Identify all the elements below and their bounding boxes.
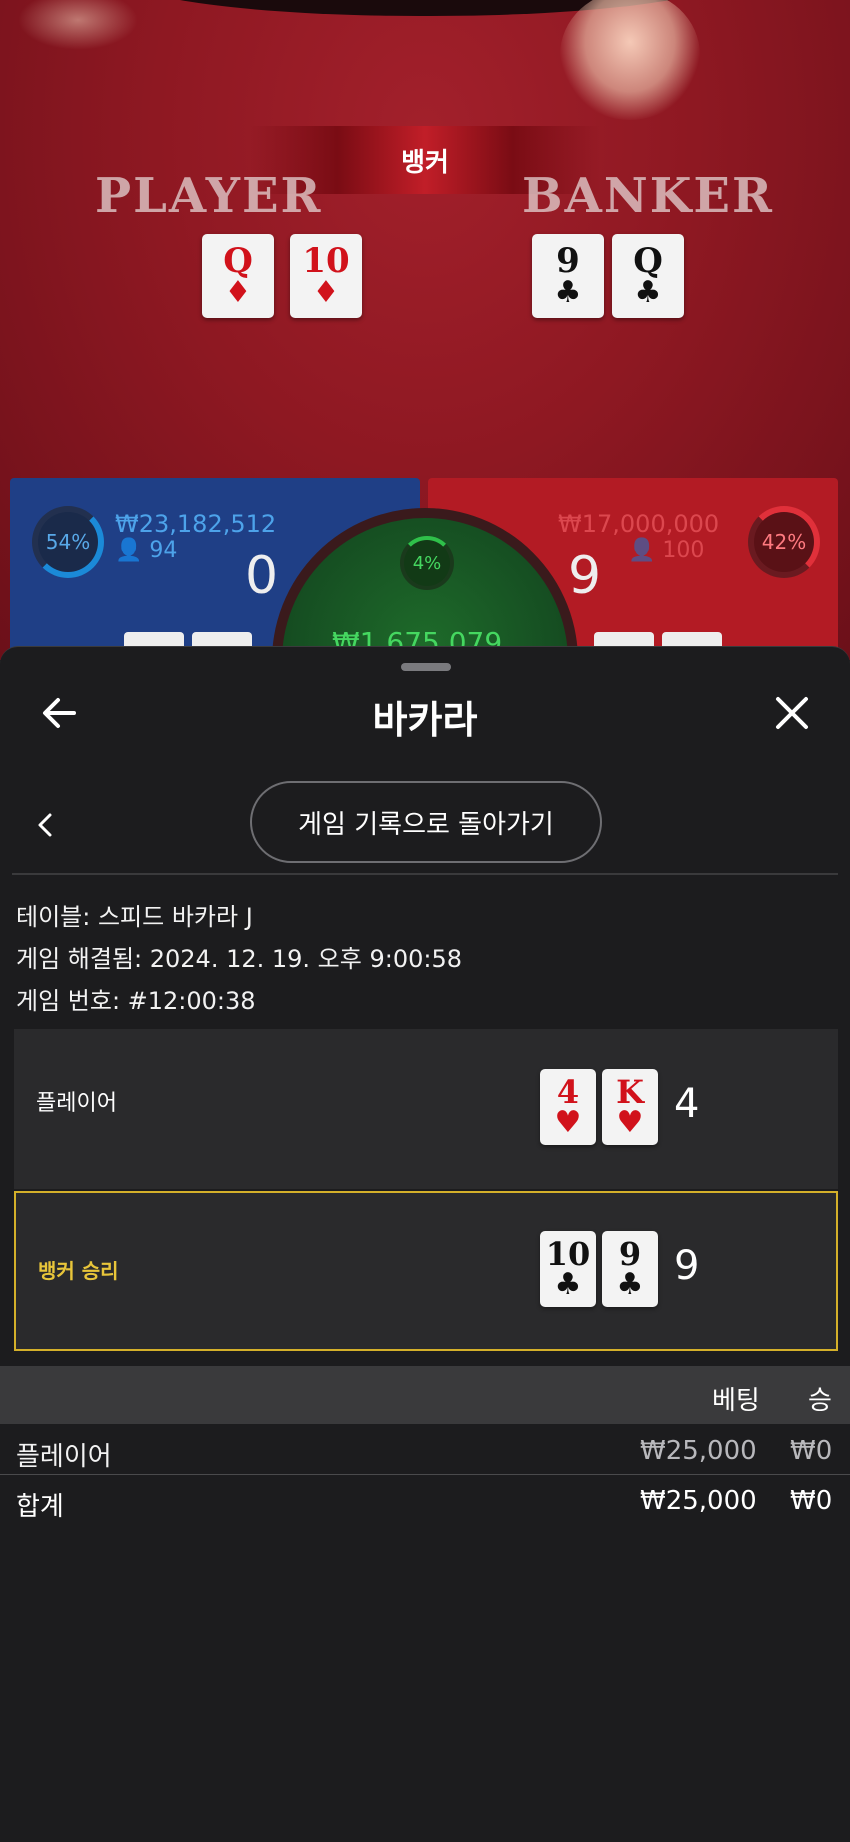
row-label: 플레이어 — [16, 1442, 112, 1472]
card-rank: Q — [633, 241, 663, 281]
table-banker-label: BANKER — [522, 168, 774, 224]
game-number: 게임 번호: #12:00:38 — [16, 987, 256, 1015]
player-hand-label: 플레이어 — [36, 1091, 117, 1116]
banker-win-label: 뱅커 승리 — [38, 1259, 119, 1283]
divider — [0, 1474, 850, 1475]
club-suit-icon: ♣ — [554, 1267, 582, 1302]
player-percent: 54% — [45, 530, 91, 554]
user-icon: 👤 — [628, 538, 656, 563]
table-player-card-1: Q ♦ — [202, 234, 274, 318]
table-row: 합계 ₩25,000 ₩0 — [0, 1478, 850, 1528]
card-rank: 9 — [618, 1235, 642, 1273]
table-name: 테이블: 스피드 바카라 J — [16, 903, 253, 931]
close-icon[interactable] — [770, 691, 814, 735]
diamond-suit-icon: ♦ — [312, 275, 340, 310]
row-bet: ₩25,000 — [640, 1436, 757, 1466]
banker-total-bet: ₩17,000,000 — [558, 510, 720, 538]
banker-hand-card-2: 9 ♣ — [602, 1231, 658, 1307]
tie-percent-ring: 4% — [400, 536, 454, 590]
club-suit-icon: ♣ — [554, 275, 582, 310]
heart-suit-icon: ♥ — [616, 1105, 644, 1140]
player-total-bet: ₩23,182,512 — [115, 510, 277, 538]
card-rank: 10 — [302, 241, 350, 281]
card-rank: Q — [223, 241, 253, 281]
user-icon: 👤 — [115, 538, 143, 563]
table-player-label: PLAYER — [95, 168, 323, 224]
player-percent-ring: 54% — [32, 506, 104, 578]
table-banker-card-1: 9 ♣ — [532, 234, 604, 318]
sheet-title: 바카라 — [372, 698, 478, 742]
divider — [12, 873, 838, 875]
banker-hand-card-1: 10 ♣ — [540, 1231, 596, 1307]
row-bet: ₩25,000 — [640, 1486, 757, 1516]
row-win: ₩0 — [790, 1436, 833, 1466]
player-score: 0 — [245, 546, 279, 606]
banker-percent: 42% — [761, 530, 807, 554]
chevron-left-icon[interactable] — [32, 807, 58, 843]
player-hand-card-1: 4 ♥ — [540, 1069, 596, 1145]
back-to-history-button[interactable]: 게임 기록으로 돌아가기 — [250, 781, 602, 863]
heart-suit-icon: ♥ — [554, 1105, 582, 1140]
game-resolved-time: 게임 해결됨: 2024. 12. 19. 오후 9:00:58 — [16, 945, 462, 973]
row-label: 합계 — [16, 1492, 64, 1522]
column-bet: 베팅 — [712, 1386, 760, 1416]
bet-table-header: 베팅 승 — [0, 1366, 850, 1424]
row-win: ₩0 — [790, 1486, 833, 1516]
player-hand-row: 플레이어 4 ♥ K ♥ 4 — [14, 1029, 838, 1189]
tie-percent: 4% — [412, 552, 442, 574]
banker-score: 9 — [568, 546, 602, 606]
game-detail-sheet: 바카라 게임 기록으로 돌아가기 테이블: 스피드 바카라 J 게임 해결됨: … — [0, 646, 850, 1842]
card-rank: K — [616, 1073, 644, 1111]
banker-bettor-count: 👤 100 — [628, 538, 704, 563]
table-row: 플레이어 ₩25,000 ₩0 — [0, 1428, 850, 1478]
diamond-suit-icon: ♦ — [224, 275, 252, 310]
player-bettors-value: 94 — [149, 538, 178, 563]
dealer-hand-left — [18, 0, 138, 50]
table-banker-card-2: Q ♣ — [612, 234, 684, 318]
card-rank: 10 — [545, 1235, 591, 1273]
dealer-hand-right — [560, 0, 700, 120]
card-rank: 4 — [556, 1073, 580, 1111]
player-hand-score: 4 — [674, 1081, 700, 1127]
table-player-card-2: 10 ♦ — [290, 234, 362, 318]
banker-bettors-value: 100 — [662, 538, 705, 563]
column-win: 승 — [808, 1386, 832, 1416]
banker-hand-score: 9 — [674, 1243, 700, 1289]
player-bettor-count: 👤 94 — [115, 538, 177, 563]
club-suit-icon: ♣ — [616, 1267, 644, 1302]
banker-percent-ring: 42% — [748, 506, 820, 578]
player-hand-card-2: K ♥ — [602, 1069, 658, 1145]
card-rank: 9 — [556, 241, 580, 281]
banker-hand-row: 뱅커 승리 10 ♣ 9 ♣ 9 — [14, 1191, 838, 1351]
club-suit-icon: ♣ — [634, 275, 662, 310]
live-game-view: 뱅커 PLAYER BANKER Q ♦ 10 ♦ 9 ♣ Q ♣ 54% ₩2… — [0, 0, 850, 660]
sheet-drag-handle[interactable] — [401, 663, 451, 671]
